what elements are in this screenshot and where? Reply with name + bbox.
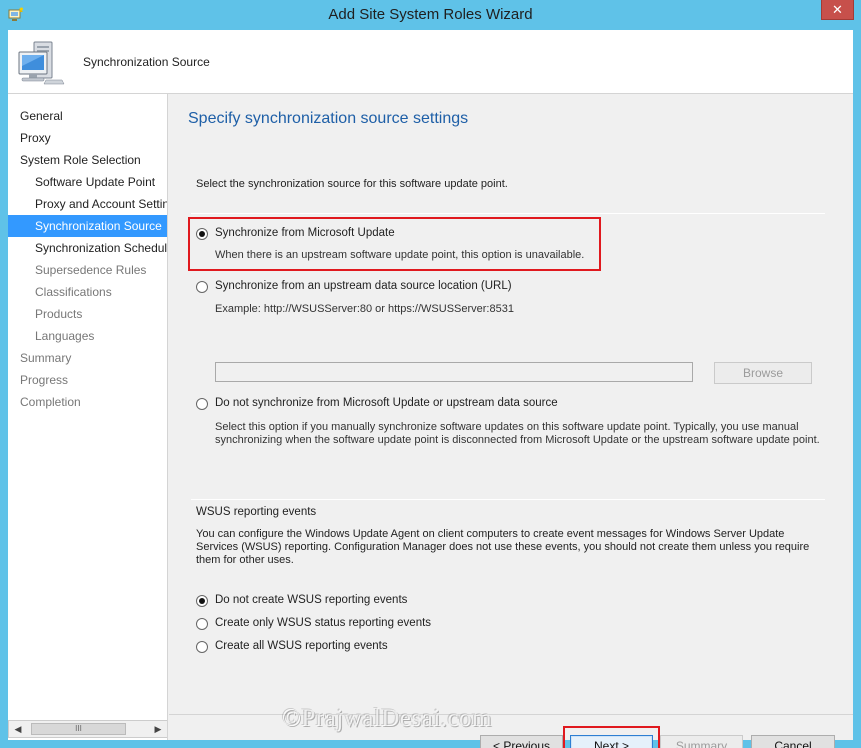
nav-item-summary[interactable]: Summary (8, 347, 167, 369)
radio-label: Do not synchronize from Microsoft Update… (215, 397, 558, 409)
radio-button-checked-icon[interactable] (196, 228, 208, 240)
wizard-window: Synchronization Source General Proxy Sys… (8, 30, 853, 748)
summary-button[interactable]: Summary (660, 735, 743, 748)
nav-item-general[interactable]: General (8, 105, 167, 127)
radio-button-icon[interactable] (196, 281, 208, 293)
browse-button[interactable]: Browse (714, 362, 812, 384)
nav-item-proxy[interactable]: Proxy (8, 127, 167, 149)
radio-button-icon[interactable] (196, 641, 208, 653)
radio-button-checked-icon[interactable] (196, 595, 208, 607)
radio-button-icon[interactable] (196, 618, 208, 630)
cancel-button[interactable]: Cancel (751, 735, 835, 748)
radio-sync-upstream[interactable]: Synchronize from an upstream data source… (196, 280, 512, 296)
header-title: Synchronization Source (83, 55, 210, 69)
next-button[interactable]: Next > (570, 735, 653, 748)
do-not-sync-note: Select this option if you manually synch… (215, 421, 820, 446)
upstream-url-input[interactable] (215, 362, 693, 382)
nav-item-completion[interactable]: Completion (8, 391, 167, 413)
radio-label: Synchronize from an upstream data source… (215, 280, 512, 292)
nav-item-supersedence-rules[interactable]: Supersedence Rules (8, 259, 167, 281)
upstream-example-text: Example: http://WSUSServer:80 or https:/… (215, 303, 514, 315)
scroll-left-icon[interactable]: ◀ (10, 721, 26, 737)
radio-all-reporting-events[interactable]: Create all WSUS reporting events (196, 640, 396, 656)
radio-label: Synchronize from Microsoft Update (215, 227, 395, 239)
title-bar: Add Site System Roles Wizard ✕ (0, 0, 861, 30)
nav-horizontal-scrollbar[interactable]: ◀ III ▶ (8, 720, 167, 738)
computer-icon (18, 41, 65, 85)
radio-button-icon[interactable] (196, 398, 208, 410)
radio-label: Create all WSUS reporting events (215, 640, 388, 652)
previous-button[interactable]: < Previous (480, 735, 563, 748)
radio-sync-microsoft-update[interactable]: Synchronize from Microsoft Update (196, 227, 586, 243)
radio-no-reporting-events[interactable]: Do not create WSUS reporting events (196, 594, 416, 610)
wizard-content: Specify synchronization source settings … (169, 94, 853, 748)
nav-item-system-role-selection[interactable]: System Role Selection (8, 149, 167, 171)
wizard-header: Synchronization Source (8, 30, 853, 94)
radio-do-not-sync[interactable]: Do not synchronize from Microsoft Update… (196, 397, 558, 413)
scroll-right-icon[interactable]: ▶ (150, 721, 166, 737)
nav-item-software-update-point[interactable]: Software Update Point (8, 171, 167, 193)
microsoft-update-note: When there is an upstream software updat… (215, 249, 585, 261)
wsus-reporting-description: You can configure the Windows Update Age… (196, 528, 810, 566)
page-heading: Specify synchronization source settings (188, 110, 469, 127)
close-button[interactable]: ✕ (821, 0, 854, 20)
nav-item-products[interactable]: Products (8, 303, 167, 325)
footer-divider (169, 714, 853, 715)
divider (191, 499, 825, 500)
radio-status-reporting-events[interactable]: Create only WSUS status reporting events (196, 617, 436, 633)
highlight-box-sync-option (188, 217, 601, 271)
nav-item-classifications[interactable]: Classifications (8, 281, 167, 303)
nav-item-synchronization-schedule[interactable]: Synchronization Schedule (8, 237, 167, 259)
intro-text: Select the synchronization source for th… (196, 178, 508, 190)
nav-item-proxy-account-settings[interactable]: Proxy and Account Settings (8, 193, 167, 215)
radio-label: Do not create WSUS reporting events (215, 594, 408, 606)
wsus-reporting-title: WSUS reporting events (196, 506, 317, 518)
nav-item-languages[interactable]: Languages (8, 325, 167, 347)
wizard-nav: General Proxy System Role Selection Soft… (8, 94, 168, 740)
nav-item-synchronization-source[interactable]: Synchronization Source (8, 215, 167, 237)
scroll-thumb[interactable]: III (31, 723, 126, 735)
nav-item-progress[interactable]: Progress (8, 369, 167, 391)
radio-label: Create only WSUS status reporting events (215, 617, 432, 629)
window-title: Add Site System Roles Wizard (328, 6, 533, 23)
divider (191, 213, 825, 214)
